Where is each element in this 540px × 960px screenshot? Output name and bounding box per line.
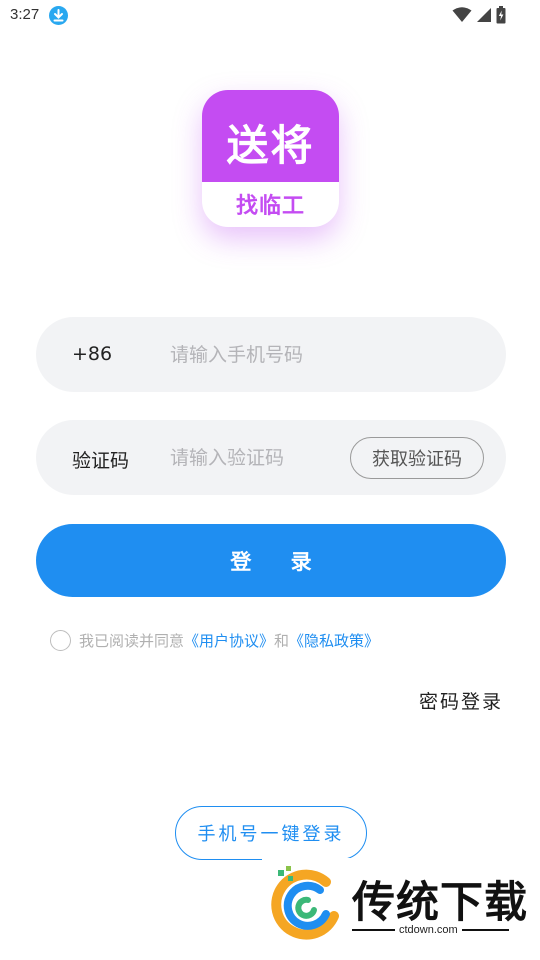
phone-input[interactable] <box>170 335 370 375</box>
status-time: 3:27 <box>10 6 40 23</box>
verification-code-input[interactable] <box>170 438 340 478</box>
phone-field: +86 <box>36 317 506 392</box>
logo-sub-text: 找临工 <box>235 194 305 219</box>
signal-icon <box>477 8 491 22</box>
watermark-url: ctdown.com <box>395 924 462 936</box>
get-code-button[interactable]: 获取验证码 <box>350 437 484 479</box>
agreement-and-text: 和 <box>274 632 290 650</box>
password-login-link[interactable]: 密码登录 <box>419 687 503 714</box>
watermark-title: 传统下载 <box>352 878 528 928</box>
user-agreement-link[interactable]: 《用户协议》 <box>184 630 274 651</box>
agreement-row: 我已阅读并同意 《用户协议》 和 《隐私政策》 <box>50 630 379 651</box>
privacy-policy-link[interactable]: 《隐私政策》 <box>289 630 379 651</box>
agreement-checkbox[interactable] <box>50 630 71 651</box>
app-logo: 送将 找临工 <box>202 90 339 227</box>
wifi-icon <box>452 7 472 22</box>
status-bar: 3:27 <box>0 0 540 32</box>
logo-main-text: 送将 <box>226 121 315 170</box>
download-notification-icon <box>49 6 68 25</box>
verification-code-field: 验证码 获取验证码 <box>36 420 506 495</box>
watermark-logo-icon <box>271 866 339 940</box>
agreement-text: 我已阅读并同意 <box>79 632 185 650</box>
login-button[interactable]: 登 录 <box>36 524 506 597</box>
watermark: 传统下载 ctdown.com <box>262 858 540 960</box>
battery-charging-icon <box>496 6 506 24</box>
status-icons <box>452 6 506 24</box>
one-click-login-button[interactable]: 手机号一键登录 <box>175 806 367 860</box>
country-code: +86 <box>72 343 113 365</box>
verification-code-label: 验证码 <box>72 450 130 472</box>
